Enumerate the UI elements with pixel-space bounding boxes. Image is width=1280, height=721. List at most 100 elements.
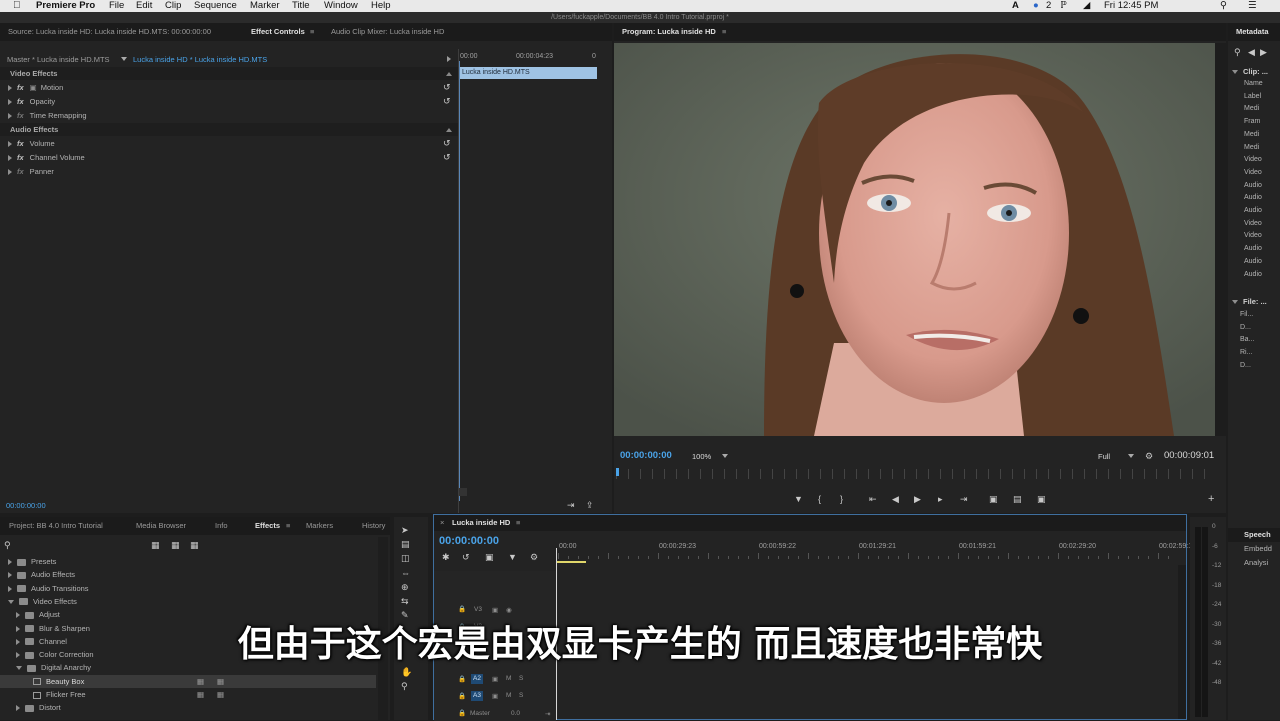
lock-icon[interactable]: 🔒: [458, 692, 466, 700]
track-select-tool-icon[interactable]: ▤: [401, 539, 410, 549]
timeline-timecode[interactable]: 00:00:00:00: [439, 535, 499, 548]
mini-playhead[interactable]: [459, 61, 460, 501]
panel-menu-icon[interactable]: ≡: [286, 517, 290, 535]
list-item[interactable]: Audio Effects: [0, 568, 376, 581]
lock-icon[interactable]: 🔒: [458, 675, 466, 683]
filter-icon[interactable]: ⇥: [567, 500, 575, 510]
sequence-clip-label[interactable]: Lucka inside HD * Lucka inside HD.MTS: [133, 53, 267, 66]
clip-bar[interactable]: Lucka inside HD.MTS: [460, 67, 597, 79]
track-a2-label[interactable]: A2: [471, 674, 483, 684]
nest-icon[interactable]: ✱: [442, 552, 450, 562]
search-icon[interactable]: ⚲: [1234, 47, 1241, 57]
app-menu[interactable]: Premiere Pro: [36, 0, 95, 12]
fx-icon[interactable]: fx: [17, 83, 24, 92]
scroll-handle[interactable]: [459, 488, 467, 496]
list-item[interactable]: Video Effects: [0, 595, 376, 608]
add-marker-icon[interactable]: ▼: [794, 494, 803, 504]
speech-analysis[interactable]: Analysi: [1244, 556, 1268, 569]
close-icon[interactable]: ×: [440, 515, 444, 531]
selection-tool-icon[interactable]: ➤: [401, 525, 409, 535]
add-marker-icon[interactable]: ▼: [508, 552, 517, 562]
tab-effects[interactable]: Effects: [255, 517, 280, 535]
expand-icon[interactable]: [8, 85, 12, 92]
adobe-icon[interactable]: A: [1012, 0, 1019, 12]
eye-icon[interactable]: ◉: [506, 606, 512, 614]
expand-icon[interactable]: [8, 559, 12, 566]
reset-icon[interactable]: ↺: [443, 138, 451, 148]
panel-menu-icon[interactable]: ≡: [310, 23, 314, 41]
back-icon[interactable]: ◀: [1248, 47, 1255, 57]
collapse-video-icon[interactable]: [446, 72, 452, 76]
effect-volume[interactable]: fx Volume: [8, 137, 55, 150]
master-clip-label[interactable]: Master * Lucka inside HD.MTS: [7, 53, 110, 66]
effect-opacity[interactable]: fx Opacity: [8, 95, 55, 108]
effect-channel-volume[interactable]: fx Channel Volume: [8, 151, 85, 164]
panel-menu-icon[interactable]: ≡: [516, 515, 520, 531]
accelerated-effects-icon[interactable]: ▦: [151, 540, 160, 550]
list-item[interactable]: Beauty Box ▦ ▦: [0, 674, 376, 688]
tab-markers[interactable]: Markers: [306, 517, 333, 535]
effect-controls-timecode[interactable]: 00:00:00:00: [6, 499, 46, 512]
collapse-icon[interactable]: [1232, 300, 1238, 305]
expand-icon[interactable]: [8, 585, 12, 592]
zoom-dropdown-icon[interactable]: [722, 454, 728, 458]
zoom-select[interactable]: 100%: [692, 450, 711, 463]
bluetooth-icon[interactable]: ℙ: [1060, 0, 1067, 12]
voice-icon[interactable]: ▣: [492, 675, 498, 683]
mark-out-icon[interactable]: }: [840, 494, 843, 504]
expand-icon[interactable]: [8, 155, 12, 162]
pen-tool-icon[interactable]: ✎: [401, 610, 409, 620]
menu-edit[interactable]: Edit: [136, 0, 152, 12]
rate-stretch-tool-icon[interactable]: ⇔: [401, 568, 410, 578]
scrub-ruler[interactable]: [616, 469, 1214, 479]
expand-icon[interactable]: [8, 572, 12, 579]
list-item[interactable]: Audio Transitions: [0, 582, 376, 595]
master-end-icon[interactable]: ⇥: [545, 710, 550, 718]
collapse-audio-icon[interactable]: [446, 128, 452, 132]
fx-icon[interactable]: fx: [17, 153, 24, 162]
go-to-in-icon[interactable]: ⇤: [869, 494, 877, 504]
solo-button[interactable]: S: [519, 692, 523, 699]
quality-dropdown-icon[interactable]: [1128, 454, 1134, 458]
solo-button[interactable]: S: [519, 675, 523, 682]
reset-icon[interactable]: ↺: [443, 82, 451, 92]
master-volume-value[interactable]: 0.0: [511, 710, 520, 717]
effect-motion[interactable]: fx ▣ Motion: [8, 81, 63, 94]
tab-media-browser[interactable]: Media Browser: [136, 517, 186, 535]
menu-window[interactable]: Window: [324, 0, 358, 12]
expand-icon[interactable]: [16, 705, 20, 712]
tab-history[interactable]: History: [362, 517, 385, 535]
video-frame[interactable]: [614, 43, 1215, 436]
step-back-icon[interactable]: ◀: [892, 494, 899, 504]
notification-center-icon[interactable]: ☰: [1248, 0, 1257, 12]
expand-icon[interactable]: [16, 612, 20, 619]
export-frame-icon[interactable]: ▣: [1037, 494, 1046, 504]
menu-title[interactable]: Title: [292, 0, 310, 12]
ripple-edit-tool-icon[interactable]: ◫: [401, 553, 410, 563]
tab-metadata[interactable]: Metadata: [1236, 23, 1269, 41]
tab-project[interactable]: Project: BB 4.0 Intro Tutorial: [9, 517, 103, 535]
apple-icon[interactable]: : [13, 0, 21, 12]
collapse-icon[interactable]: [8, 599, 14, 604]
list-item[interactable]: Distort: [0, 701, 376, 714]
tab-info[interactable]: Info: [215, 517, 228, 535]
tab-program[interactable]: Program: Lucka inside HD: [622, 23, 716, 41]
expand-icon[interactable]: [8, 141, 12, 148]
extract-icon[interactable]: ▤: [1013, 494, 1022, 504]
list-item[interactable]: Presets: [0, 555, 376, 568]
yuv-effects-icon[interactable]: ▦: [190, 540, 199, 550]
expand-icon[interactable]: [8, 113, 12, 120]
fx-icon[interactable]: fx: [17, 97, 24, 106]
zoom-tool-icon[interactable]: ⚲: [401, 681, 408, 691]
menu-help[interactable]: Help: [371, 0, 391, 12]
wrench-icon[interactable]: ⚙: [1145, 451, 1153, 461]
tab-source[interactable]: Source: Lucka inside HD: Lucka inside HD…: [8, 23, 211, 41]
slip-tool-icon[interactable]: ⇆: [401, 596, 409, 606]
expand-icon[interactable]: [8, 169, 12, 176]
fx-icon[interactable]: fx: [17, 139, 24, 148]
spotlight-icon[interactable]: ⚲: [1220, 0, 1227, 12]
reset-icon[interactable]: ↺: [443, 152, 451, 162]
effect-time-remapping[interactable]: fx Time Remapping: [8, 109, 87, 122]
master-clip-dropdown-icon[interactable]: [121, 57, 127, 61]
menu-marker[interactable]: Marker: [250, 0, 280, 12]
